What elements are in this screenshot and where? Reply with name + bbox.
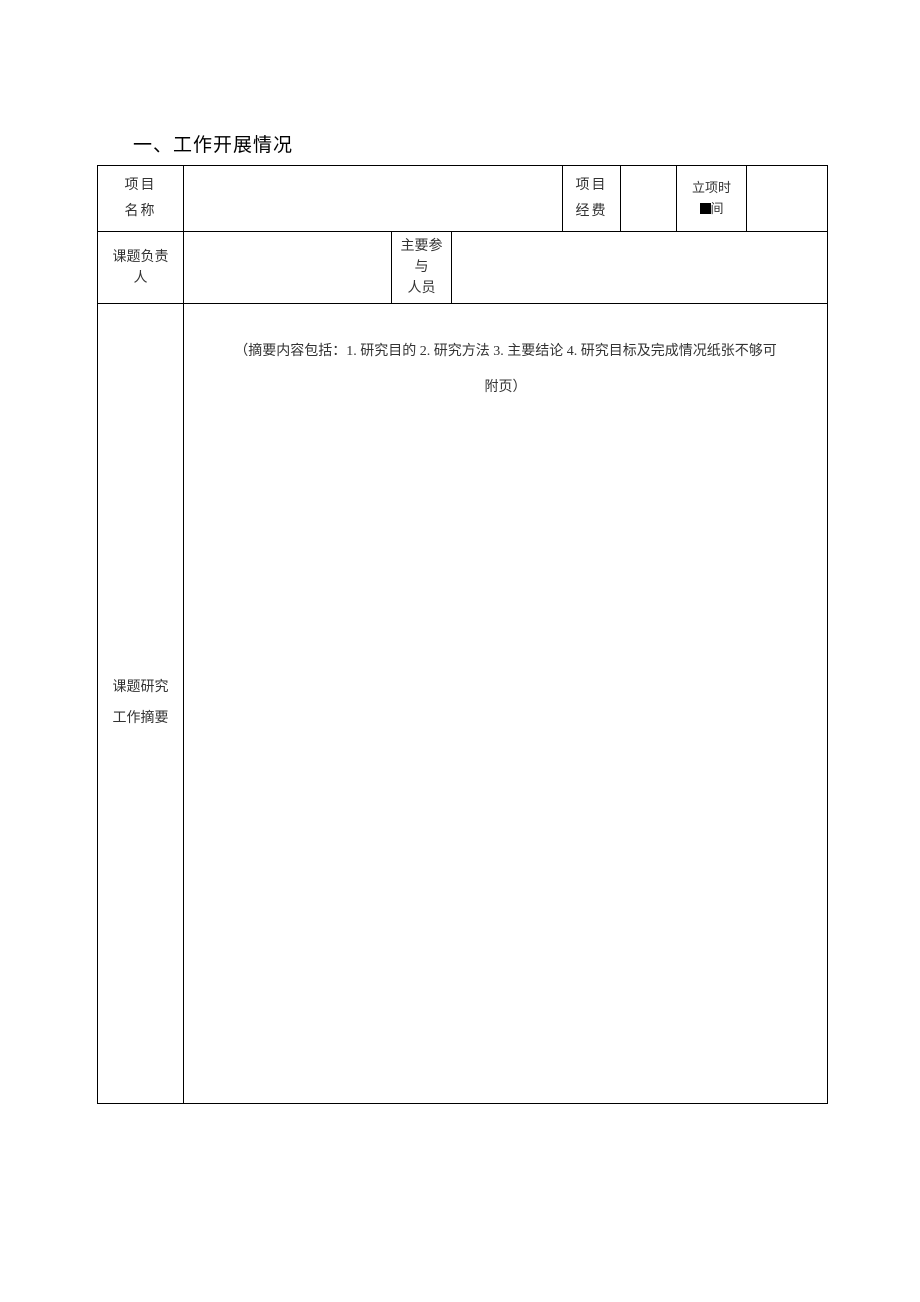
form-page: 一、工作开展情况 项目 名称 项目 经费 立项时 间 <box>97 130 827 1104</box>
label-research-abstract: 课题研究 工作摘要 <box>98 304 184 1104</box>
abstract-note-line2: 附页） <box>200 370 811 406</box>
label-project-funding-line1: 项目 <box>576 178 608 193</box>
value-project-name <box>184 166 563 232</box>
label-project-time-line1: 立项时 <box>692 180 731 195</box>
label-main-participants-line2: 人员 <box>408 281 436 296</box>
label-project-funding-line2: 经费 <box>576 204 608 219</box>
form-table: 项目 名称 项目 经费 立项时 间 课题负责 人 主要参与 人员 <box>97 165 828 1104</box>
row-project-name: 项目 名称 项目 经费 立项时 间 <box>98 166 828 232</box>
row-topic-leader: 课题负责 人 主要参与 人员 <box>98 232 828 304</box>
label-research-abstract-line2: 工作摘要 <box>113 711 169 726</box>
label-project-funding: 项目 经费 <box>563 166 621 232</box>
label-project-time-line2: 间 <box>711 201 724 216</box>
value-project-time <box>747 166 828 232</box>
section-title: 一、工作开展情况 <box>133 130 827 157</box>
value-main-participants <box>452 232 828 304</box>
label-project-name-line1: 项目 <box>125 178 157 193</box>
label-main-participants: 主要参与 人员 <box>392 232 452 304</box>
value-research-abstract: （摘要内容包括：1. 研究目的 2. 研究方法 3. 主要结论 4. 研究目标及… <box>184 304 828 1104</box>
label-main-participants-line1: 主要参与 <box>401 239 443 275</box>
value-project-funding <box>621 166 677 232</box>
label-topic-leader: 课题负责 人 <box>98 232 184 304</box>
label-project-name: 项目 名称 <box>98 166 184 232</box>
label-project-time: 立项时 间 <box>677 166 747 232</box>
row-research-abstract: 课题研究 工作摘要 （摘要内容包括：1. 研究目的 2. 研究方法 3. 主要结… <box>98 304 828 1104</box>
label-topic-leader-line1: 课题负责 <box>113 250 169 265</box>
label-research-abstract-line1: 课题研究 <box>113 680 169 695</box>
label-project-name-line2: 名称 <box>125 204 157 219</box>
value-topic-leader <box>184 232 392 304</box>
checkbox-filled-icon <box>700 203 711 214</box>
label-topic-leader-line2: 人 <box>134 271 148 286</box>
abstract-note-line1: （摘要内容包括：1. 研究目的 2. 研究方法 3. 主要结论 4. 研究目标及… <box>200 334 811 370</box>
